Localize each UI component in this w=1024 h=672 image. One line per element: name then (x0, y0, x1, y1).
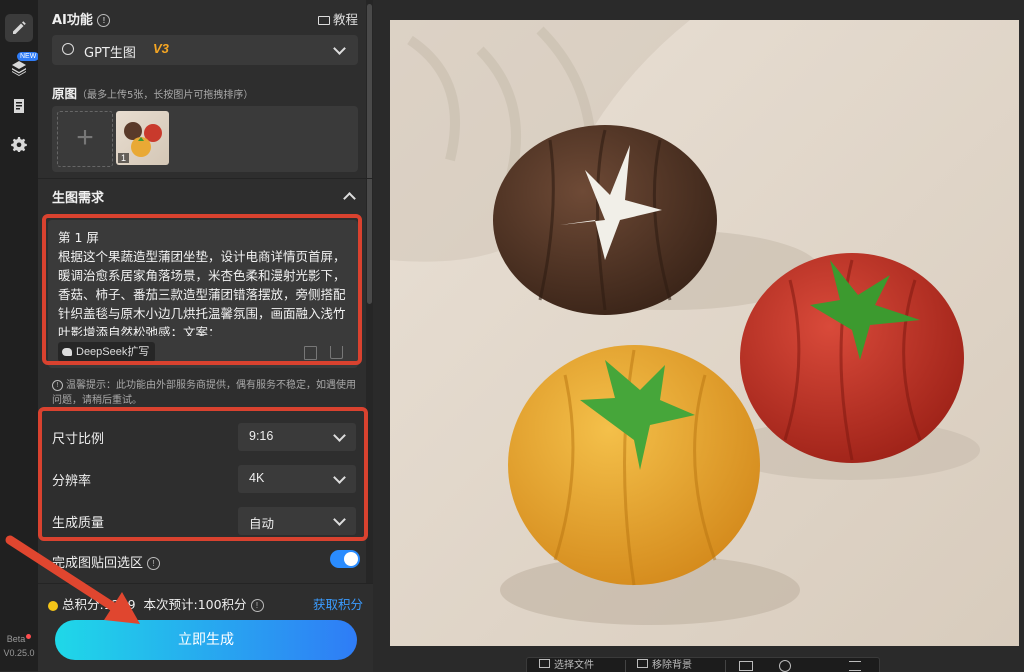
folder-icon (539, 659, 550, 668)
highlight-box (38, 407, 368, 541)
points-line: 总积分:1269 本次预计:100积分 ! (48, 594, 264, 613)
settings-tool-button[interactable] (5, 130, 33, 158)
toolbar-divider (725, 660, 726, 672)
get-points-link[interactable]: 获取积分 (313, 594, 363, 613)
ai-panel: AI功能 ! 教程 GPT生图 V3 原图（最多上传5张，长按图片可拖拽排序） … (38, 0, 373, 672)
version-label: V0.25.0 (3, 648, 35, 658)
toggle-knob (344, 552, 358, 566)
estimate-label: 本次预计: (143, 597, 198, 612)
ai-title: AI功能 (52, 13, 93, 28)
image-canvas[interactable]: 选择文件 移除背景 (373, 0, 1024, 672)
toolbar-divider (625, 660, 626, 672)
image-icon (637, 659, 648, 668)
info-icon: ! (52, 379, 63, 391)
prompt-section-title: 生图需求 (52, 191, 105, 206)
new-badge: NEW (17, 52, 40, 61)
notes-tool-button[interactable] (5, 92, 33, 120)
edit-tool-button[interactable] (5, 14, 33, 42)
book-icon (318, 16, 330, 25)
info-icon[interactable]: ! (147, 557, 161, 570)
product-photo (390, 20, 1019, 646)
points-bar: 总积分:1269 本次预计:100积分 ! 获取积分 立即生成 (38, 583, 373, 672)
canvas-toolbar: 选择文件 移除背景 (526, 657, 880, 672)
add-image-button[interactable]: + (57, 111, 113, 167)
paste-back-row: 完成图贴回选区 ! (52, 552, 161, 571)
tip-text: ! 温馨提示：此功能由外部服务商提供，偶有服务不稳定，如遇使用问题，请稍后重试。 (52, 379, 356, 406)
pencil-icon (13, 21, 26, 34)
source-label: 原图 (52, 86, 78, 101)
chevron-down-icon (333, 42, 346, 55)
model-icon (62, 43, 74, 55)
source-image-thumbnail[interactable]: 1 (116, 111, 169, 165)
layers-icon (12, 61, 26, 76)
source-header: 原图（最多上传5张，长按图片可拖拽排序） (52, 83, 253, 102)
generate-button[interactable]: 立即生成 (55, 620, 357, 660)
crop-icon[interactable] (739, 661, 753, 671)
estimate-value: 100积分 (197, 597, 247, 612)
thumbnail-index: 1 (118, 153, 130, 163)
remove-background-button[interactable]: 移除背景 (637, 658, 692, 672)
source-hint: （最多上传5张，长按图片可拖拽排序） (77, 90, 254, 101)
adjust-icon[interactable] (849, 661, 861, 671)
rotate-icon[interactable] (779, 660, 791, 672)
divider (38, 178, 373, 179)
tutorial-link[interactable]: 教程 (318, 9, 358, 28)
collapse-chevron-icon[interactable] (343, 192, 356, 205)
model-select[interactable]: GPT生图 V3 (52, 35, 358, 65)
model-name: GPT生图 (84, 46, 136, 61)
upload-area: + 1 (52, 106, 358, 172)
ai-section-header: AI功能 ! (52, 9, 111, 28)
generated-image[interactable] (390, 20, 1019, 646)
tool-rail: NEW Beta V0.25.0 (0, 0, 40, 671)
total-points-value: 1269 (103, 597, 136, 612)
model-version: V3 (153, 41, 169, 56)
notebook-icon (14, 99, 24, 113)
beta-dot (26, 634, 32, 639)
gear-icon (11, 137, 27, 152)
coin-icon (48, 600, 58, 611)
select-file-button[interactable]: 选择文件 (539, 658, 594, 672)
paste-back-toggle[interactable] (330, 550, 360, 568)
total-points-label: 总积分: (62, 597, 104, 612)
highlight-box (42, 214, 362, 365)
info-icon[interactable]: ! (97, 14, 111, 27)
info-icon[interactable]: ! (250, 599, 264, 612)
beta-label: Beta (0, 634, 38, 644)
paste-back-label: 完成图贴回选区 (52, 556, 144, 571)
